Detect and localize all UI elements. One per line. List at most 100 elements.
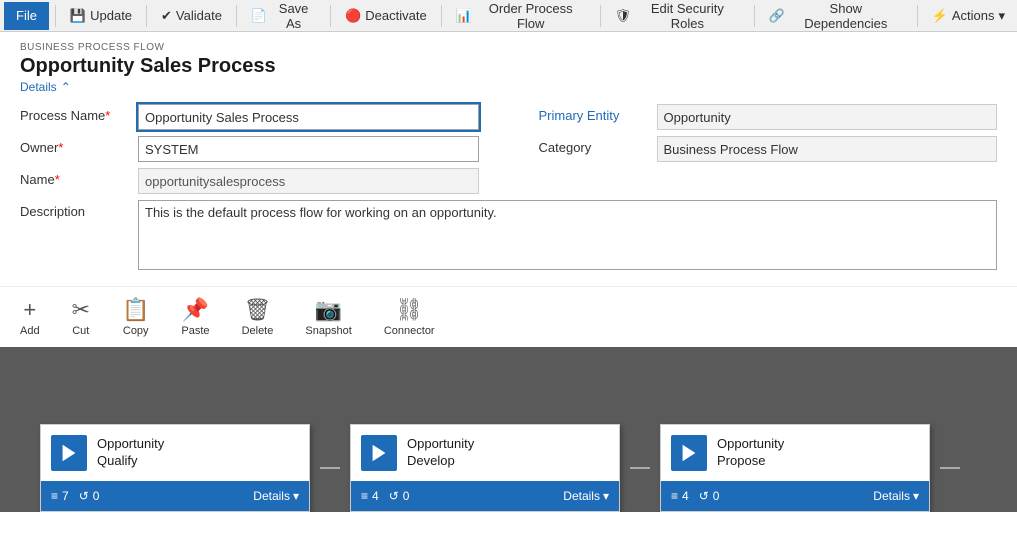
- canvas-area: Opportunity Qualify ≡ 7 ↺ 0 Details ▾: [0, 347, 1017, 512]
- order-process-flow-label: Order Process Flow: [476, 1, 586, 31]
- add-icon: +: [23, 297, 36, 323]
- toolbar-separator-6: [600, 5, 601, 27]
- connector-label: Connector: [384, 325, 435, 337]
- description-textarea[interactable]: [138, 200, 997, 270]
- snapshot-button[interactable]: 📷 Snapshot: [301, 295, 355, 339]
- show-dependencies-button[interactable]: 🔗 Show Dependencies: [761, 2, 911, 30]
- description-row: Description: [20, 200, 997, 270]
- paste-button[interactable]: 📌 Paste: [177, 295, 213, 339]
- copy-button[interactable]: 📋 Copy: [118, 295, 153, 339]
- stage-qualify-icon-box: [51, 435, 87, 471]
- form-left-col: Process Name* Owner* Name*: [20, 104, 479, 200]
- stage-develop-header: Opportunity Develop: [351, 425, 619, 481]
- category-label: Category: [539, 136, 649, 155]
- stage-propose-details-btn[interactable]: Details ▾: [873, 489, 919, 503]
- stage-develop-loops: ↺ 0: [389, 489, 410, 503]
- process-name-required: *: [105, 108, 110, 123]
- name-label: Name*: [20, 168, 130, 187]
- steps-count: 4: [372, 489, 379, 503]
- cut-button[interactable]: ✂ Cut: [68, 295, 94, 339]
- toolbar-separator-4: [330, 5, 331, 27]
- save-as-label: Save As: [271, 1, 316, 31]
- snapshot-icon: 📷: [315, 297, 342, 323]
- stage-develop-details-btn[interactable]: Details ▾: [563, 489, 609, 503]
- stage-propose-steps: ≡ 4: [671, 489, 689, 503]
- deactivate-button[interactable]: 🔴 Deactivate: [337, 2, 435, 30]
- stage-qualify[interactable]: Opportunity Qualify ≡ 7 ↺ 0 Details ▾: [40, 424, 310, 512]
- edit-security-roles-button[interactable]: 🛡 Edit Security Roles: [606, 2, 747, 30]
- stage-develop-icon-box: [361, 435, 397, 471]
- stage-develop-footer: ≡ 4 ↺ 0 Details ▾: [351, 481, 619, 511]
- snapshot-label: Snapshot: [305, 325, 351, 337]
- process-name-label: Process Name*: [20, 104, 130, 123]
- connector-line-1: [320, 467, 340, 469]
- details-arrow-icon: ⌃: [61, 80, 71, 94]
- loops-count: 0: [403, 489, 410, 503]
- steps-count: 7: [62, 489, 69, 503]
- save-as-icon: 📄: [251, 8, 267, 24]
- stage-qualify-name: Opportunity Qualify: [97, 436, 164, 470]
- details-chevron-icon: ▾: [603, 489, 609, 503]
- process-name-input[interactable]: [138, 104, 479, 130]
- add-button[interactable]: + Add: [16, 295, 44, 339]
- stages-container: Opportunity Qualify ≡ 7 ↺ 0 Details ▾: [30, 424, 960, 512]
- stage-qualify-details-btn[interactable]: Details ▾: [253, 489, 299, 503]
- stage-propose[interactable]: Opportunity Propose ≡ 4 ↺ 0 Details ▾: [660, 424, 930, 512]
- deactivate-icon: 🔴: [345, 8, 361, 24]
- steps-icon: ≡: [51, 489, 58, 503]
- toolbar-separator-8: [917, 5, 918, 27]
- details-label: Details: [253, 489, 290, 503]
- main-toolbar: File 💾 Update ✔ Validate 📄 Save As 🔴 Dea…: [0, 0, 1017, 32]
- edit-security-roles-label: Edit Security Roles: [635, 1, 740, 31]
- stage-develop[interactable]: Opportunity Develop ≡ 4 ↺ 0 Details ▾: [350, 424, 620, 512]
- toolbar-separator-3: [236, 5, 237, 27]
- validate-label: Validate: [176, 8, 222, 23]
- details-label: Details: [563, 489, 600, 503]
- name-row: Name*: [20, 168, 479, 194]
- connector-icon: ⛓: [395, 297, 423, 323]
- update-button[interactable]: 💾 Update: [62, 2, 140, 30]
- stage-develop-arrow-icon: [368, 442, 390, 464]
- delete-icon: 🗑: [243, 297, 271, 323]
- update-label: Update: [90, 8, 132, 23]
- actions-button[interactable]: ⚡ Actions ▾: [924, 2, 1013, 30]
- delete-button[interactable]: 🗑 Delete: [238, 295, 278, 339]
- steps-icon: ≡: [671, 489, 678, 503]
- stage-qualify-header: Opportunity Qualify: [41, 425, 309, 481]
- process-name-row: Process Name*: [20, 104, 479, 130]
- loops-icon: ↺: [699, 489, 709, 503]
- details-link-text: Details: [20, 80, 57, 94]
- owner-input[interactable]: [138, 136, 479, 162]
- connector-line-3: [940, 467, 960, 469]
- toolbar-separator-2: [146, 5, 147, 27]
- category-input: [657, 136, 998, 162]
- file-button[interactable]: File: [4, 2, 49, 30]
- cut-icon: ✂: [72, 297, 90, 323]
- deactivate-label: Deactivate: [365, 8, 426, 23]
- details-link[interactable]: Details ⌃: [20, 80, 997, 94]
- order-process-flow-icon: 📊: [456, 8, 472, 24]
- connector-button[interactable]: ⛓ Connector: [380, 295, 439, 339]
- owner-row: Owner*: [20, 136, 479, 162]
- actions-chevron-icon: ▾: [999, 8, 1006, 24]
- primary-entity-row: Primary Entity: [539, 104, 998, 130]
- copy-icon: 📋: [122, 297, 149, 323]
- validate-button[interactable]: ✔ Validate: [153, 2, 230, 30]
- show-dependencies-icon: 🔗: [769, 8, 785, 24]
- category-row: Category: [539, 136, 998, 162]
- name-input[interactable]: [138, 168, 479, 194]
- owner-label: Owner*: [20, 136, 130, 155]
- validate-icon: ✔: [161, 8, 172, 24]
- bpf-label: BUSINESS PROCESS FLOW: [20, 42, 997, 53]
- stage-propose-arrow-icon: [678, 442, 700, 464]
- stage-qualify-steps: ≡ 7: [51, 489, 69, 503]
- stage-develop-name: Opportunity Develop: [407, 436, 474, 470]
- actions-icon: ⚡: [932, 8, 948, 24]
- save-as-button[interactable]: 📄 Save As: [243, 2, 324, 30]
- stage-propose-name: Opportunity Propose: [717, 436, 784, 470]
- order-process-flow-button[interactable]: 📊 Order Process Flow: [448, 2, 594, 30]
- copy-label: Copy: [123, 325, 149, 337]
- cut-label: Cut: [72, 325, 89, 337]
- stage-propose-header: Opportunity Propose: [661, 425, 929, 481]
- paste-label: Paste: [181, 325, 209, 337]
